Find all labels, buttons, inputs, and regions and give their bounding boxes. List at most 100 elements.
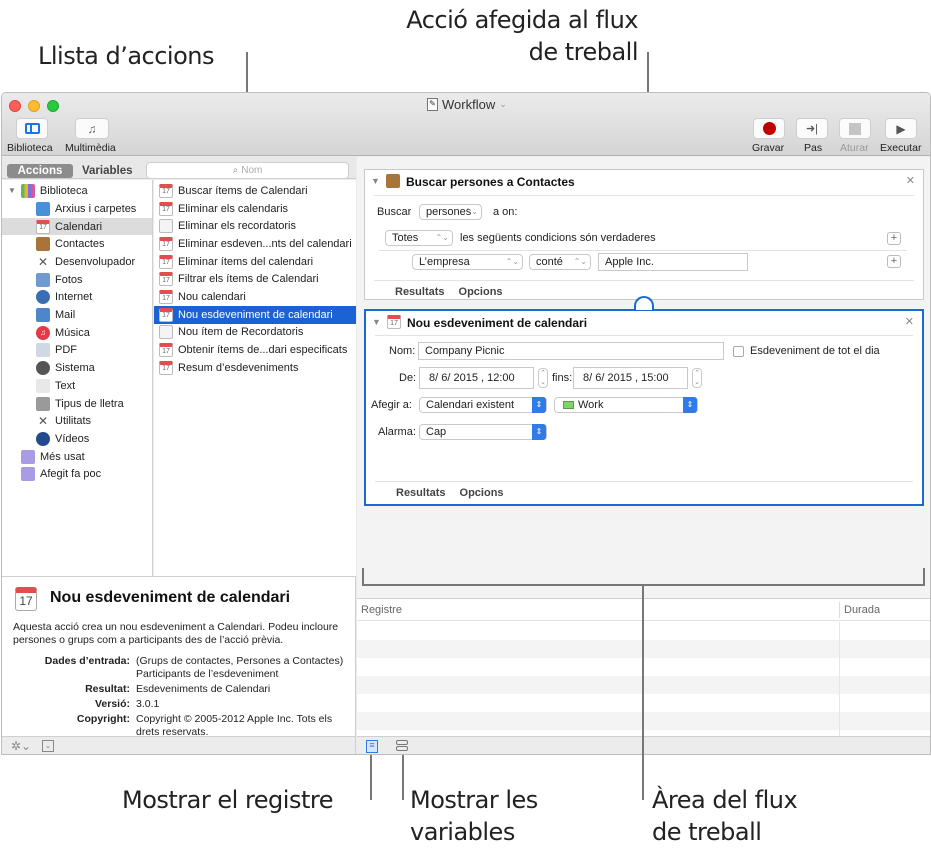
library-item-utilitats[interactable]: ✕ Utilitats [2,412,152,430]
end-date-input[interactable]: 8/ 6/ 2015 , 15:00 [573,367,688,389]
divider [375,481,913,482]
start-date-stepper[interactable]: ⌃ ⌄ [538,368,548,388]
action-label: Filtrar els ítems de Calendari [178,273,319,286]
field-key: Copyright: [76,713,130,725]
tab-variables[interactable]: Variables [82,164,133,178]
workflow-document-icon: ✎ [427,98,438,111]
to-label: fins: [552,372,573,384]
results-tab[interactable]: Resultats [396,487,446,499]
library-item-contactes[interactable]: Contactes [2,235,152,253]
finder-icon [36,201,50,216]
window-title[interactable]: ✎ Workflow ⌄ [427,97,507,112]
action-list-item[interactable]: 17 Eliminar els calendaris [154,200,356,218]
library-item-m-sica[interactable]: ♫ Música [2,324,152,342]
calendar-popup[interactable]: Work ⇕ [554,397,698,413]
step-icon: ➜| [805,123,819,135]
callout-workflow-area: Àrea del flux de treball [652,784,798,848]
workflow-action-new-calendar-event[interactable]: ▼ 17 Nou esdeveniment de calendari ✕ Nom… [364,309,924,506]
toggle-description-icon[interactable]: ⌄ [42,740,54,752]
smart-group-1[interactable]: Afegit fa poc [2,466,152,484]
library-item-internet[interactable]: Internet [2,289,152,307]
results-tab[interactable]: Resultats [395,286,445,298]
search-input[interactable]: ⌕ Nom [146,162,349,179]
music-icon: ♫ [36,325,50,340]
event-name-input[interactable]: Company Picnic [418,342,724,360]
close-icon[interactable]: ✕ [905,315,914,328]
match-popup[interactable]: Totes ⌃⌄ [385,230,453,246]
library-item-tipus-de-lletra[interactable]: Tipus de lletra [2,395,152,413]
condition-operator-popup[interactable]: conté ⌃⌄ [529,254,591,270]
action-list-item[interactable]: Nou ítem de Recordatoris [154,324,356,342]
action-list-item[interactable]: 17 Eliminar ítems del calendari [154,253,356,271]
library-root[interactable]: ▼ Biblioteca [2,182,152,200]
action-list-item[interactable]: 17 Eliminar esdeven...nts del calendari [154,235,356,253]
workflow-action-find-contacts[interactable]: ▼ Buscar persones a Contactes ✕ Buscar p… [364,169,924,300]
options-tab[interactable]: Opcions [460,487,504,499]
action-list-item[interactable]: 17 Nou esdeveniment de calendari [154,305,356,324]
library-item-v-deos[interactable]: Vídeos [2,430,152,448]
action-label: Resum d’esdeveniments [178,361,299,374]
action-header[interactable]: ▼ Buscar persones a Contactes ✕ [365,170,923,194]
end-date-stepper[interactable]: ⌃ ⌄ [692,368,702,388]
action-list-item[interactable]: 17 Resum d’esdeveniments [154,359,356,377]
duration-column-header[interactable]: Durada [844,604,880,616]
column-divider [839,676,840,694]
tab-actions[interactable]: Accions [7,164,73,178]
all-day-checkbox[interactable] [733,346,744,357]
action-list-item[interactable]: 17 Obtenir ítems de...dari especificats [154,341,356,359]
find-type-popup[interactable]: persones ⌃⌄ [419,204,482,220]
condition-value-input[interactable]: Apple Inc. [598,253,748,271]
media-icon: ♫ [87,121,97,136]
library-item-mail[interactable]: Mail [2,306,152,324]
record-button[interactable] [753,118,785,139]
show-variables-button[interactable] [396,740,409,753]
start-date-input[interactable]: 8/ 6/ 2015 , 12:00 [419,367,534,389]
gear-icon[interactable]: ✲⌄ [11,739,31,753]
smart-group-0[interactable]: Més usat [2,448,152,466]
library-root-label: Biblioteca [39,184,88,197]
add-to-popup[interactable]: Calendari existent ⇕ [419,397,547,413]
library-item-sistema[interactable]: Sistema [2,359,152,377]
run-button[interactable]: ▶ [885,118,917,139]
action-list-item[interactable]: Eliminar els recordatoris [154,217,356,235]
step-button[interactable]: ➜| [796,118,828,139]
library-item-calendari[interactable]: 17 Calendari [2,217,152,236]
name-label: Nom: [389,345,416,357]
action-label: Nou calendari [178,291,246,304]
disclosure-triangle-icon[interactable]: ▼ [8,186,16,195]
condition-field-popup[interactable]: L’empresa ⌃⌄ [412,254,523,270]
popup-value: conté [536,256,563,268]
calendar-icon: 17 [159,290,173,305]
stop-button[interactable] [839,118,871,139]
action-list-item[interactable]: 17 Nou calendari [154,288,356,306]
action-label: Nou ítem de Recordatoris [178,326,304,339]
zoom-window-button[interactable] [47,100,59,112]
mail-icon [36,308,50,323]
disclosure-triangle-icon[interactable]: ▼ [371,176,380,186]
show-log-button[interactable]: ≡ [366,740,378,753]
options-tab[interactable]: Opcions [459,286,503,298]
close-icon[interactable]: ✕ [906,174,915,187]
disclosure-triangle-icon[interactable]: ▼ [372,317,381,327]
add-condition-button[interactable]: + [887,232,901,245]
contacts-icon [386,174,400,188]
library-item-desenvolupador[interactable]: ✕ Desenvolupador [2,253,152,271]
library-item-arxius-i-carpetes[interactable]: Arxius i carpetes [2,200,152,218]
workflow-area[interactable]: ▼ Buscar persones a Contactes ✕ Buscar p… [357,157,930,598]
library-item-pdf[interactable]: PDF [2,342,152,360]
log-column-header[interactable]: Registre [361,604,402,616]
library-item-fotos[interactable]: Fotos [2,271,152,289]
library-item-label: Contactes [55,238,105,251]
library-button[interactable] [16,118,48,139]
minimize-window-button[interactable] [28,100,40,112]
action-label: Obtenir ítems de...dari especificats [178,344,348,357]
action-list-item[interactable]: 17 Buscar ítems de Calendari [154,182,356,200]
alarm-popup[interactable]: Cap ⇕ [419,424,547,440]
calendar-color-swatch [563,401,574,410]
close-window-button[interactable] [9,100,21,112]
add-subcondition-button[interactable]: + [887,255,901,268]
media-button[interactable]: ♫ [75,118,109,139]
action-header[interactable]: ▼ 17 Nou esdeveniment de calendari ✕ [366,311,922,335]
action-list-item[interactable]: 17 Filtrar els ítems de Calendari [154,271,356,289]
library-item-text[interactable]: Text [2,377,152,395]
